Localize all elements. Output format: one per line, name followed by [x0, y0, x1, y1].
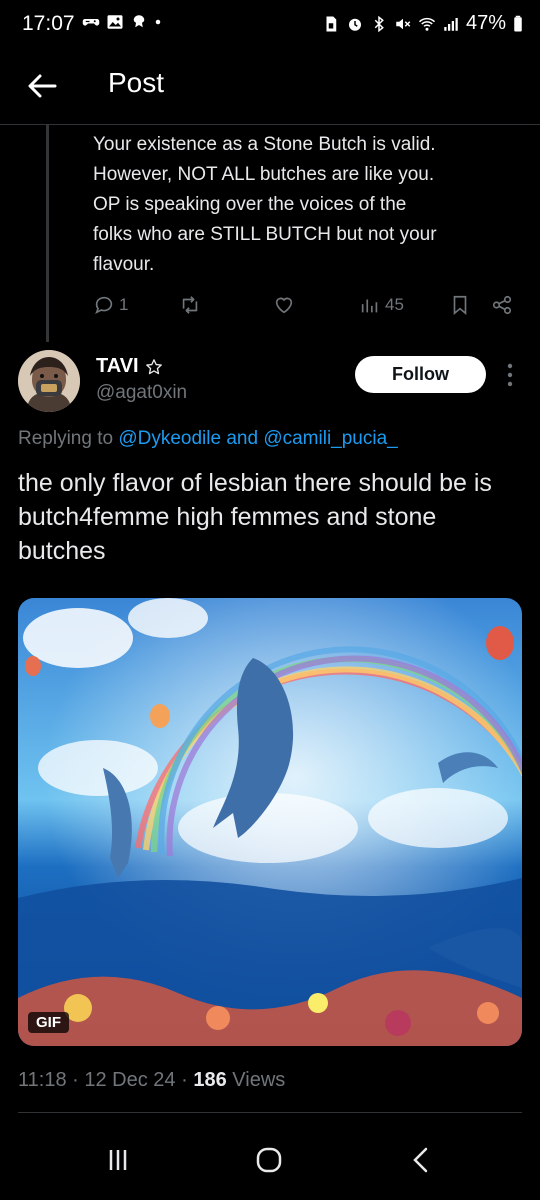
gif-dolphin-illustration: [18, 598, 522, 1046]
dot-icon: [155, 19, 161, 25]
reply-icon: [95, 296, 113, 315]
more-options-icon[interactable]: [502, 360, 518, 390]
gif-badge: GIF: [28, 1012, 69, 1033]
repost-icon: [182, 296, 198, 314]
status-right-icons: 47%: [322, 12, 524, 35]
mute-icon: [396, 18, 411, 29]
repost-button[interactable]: [179, 294, 201, 316]
mention-link-1[interactable]: @Dykeodile: [118, 428, 221, 449]
bookmark-button[interactable]: [449, 294, 471, 316]
post-metadata: 11:18 · 12 Dec 24 · 186 Views: [18, 1069, 285, 1092]
reply-count: 1: [119, 295, 129, 314]
home-icon[interactable]: [249, 1140, 289, 1180]
gamepad-icon: [82, 19, 100, 26]
sim-icon: [326, 16, 337, 31]
thread-line: [46, 124, 49, 342]
parent-reply-text: Your existence as a Stone Butch is valid…: [93, 134, 437, 275]
nav-back-icon[interactable]: [402, 1140, 442, 1180]
status-left-icons: [82, 13, 162, 31]
system-navigation-bar: [0, 1120, 540, 1200]
reply-button[interactable]: 1: [93, 294, 128, 316]
recent-apps-icon[interactable]: [98, 1140, 138, 1180]
follow-button[interactable]: Follow: [355, 356, 486, 393]
gif-media[interactable]: [18, 598, 522, 1046]
meta-separator: ·: [72, 1069, 79, 1091]
notification-bug-icon: [133, 15, 145, 28]
page-title: Post: [108, 67, 165, 98]
mention-link-2[interactable]: @camili_pucia_: [263, 428, 397, 449]
bluetooth-icon: [374, 15, 384, 32]
post-views-count: 186: [193, 1069, 227, 1091]
wifi-icon: [418, 17, 436, 31]
post-views-label: Views: [232, 1069, 286, 1091]
bookmark-icon: [453, 295, 467, 316]
post-time: 11:18: [18, 1069, 67, 1091]
battery-icon: [514, 15, 522, 31]
parent-reply-actions: 1 45: [93, 294, 523, 324]
share-button[interactable]: [491, 294, 513, 316]
replying-to: Replying to @Dykeodile and @camili_pucia…: [18, 428, 398, 450]
signal-icon: [444, 17, 458, 31]
user-handle[interactable]: @agat0xin: [96, 382, 187, 404]
share-icon: [492, 295, 512, 315]
header-divider: [0, 124, 540, 125]
star-icon: [145, 358, 162, 374]
views-count: 45: [385, 295, 404, 314]
heart-icon: [275, 297, 293, 314]
post-divider: [18, 1112, 522, 1113]
avatar[interactable]: [18, 350, 80, 412]
post-date: 12 Dec 24: [84, 1069, 176, 1091]
analytics-icon: [361, 299, 378, 313]
top-app-bar: Post: [0, 52, 540, 122]
replying-prefix: Replying to: [18, 428, 114, 449]
status-bar: 17:07 47%: [0, 0, 540, 52]
avatar-image: [18, 350, 80, 412]
alarm-icon: [348, 18, 361, 31]
replying-and: and: [226, 428, 259, 449]
display-name-text: TAVI: [96, 355, 139, 377]
battery-percent: 47%: [465, 12, 506, 34]
post-text: the only flavor of lesbian there should …: [18, 469, 492, 565]
gallery-icon: [107, 15, 123, 29]
meta-separator: ·: [181, 1069, 188, 1091]
status-time: 17:07: [22, 12, 75, 35]
back-arrow-icon[interactable]: [22, 66, 62, 106]
like-button[interactable]: [273, 294, 295, 316]
views-button[interactable]: 45: [359, 294, 404, 316]
display-name[interactable]: TAVI: [96, 355, 163, 378]
